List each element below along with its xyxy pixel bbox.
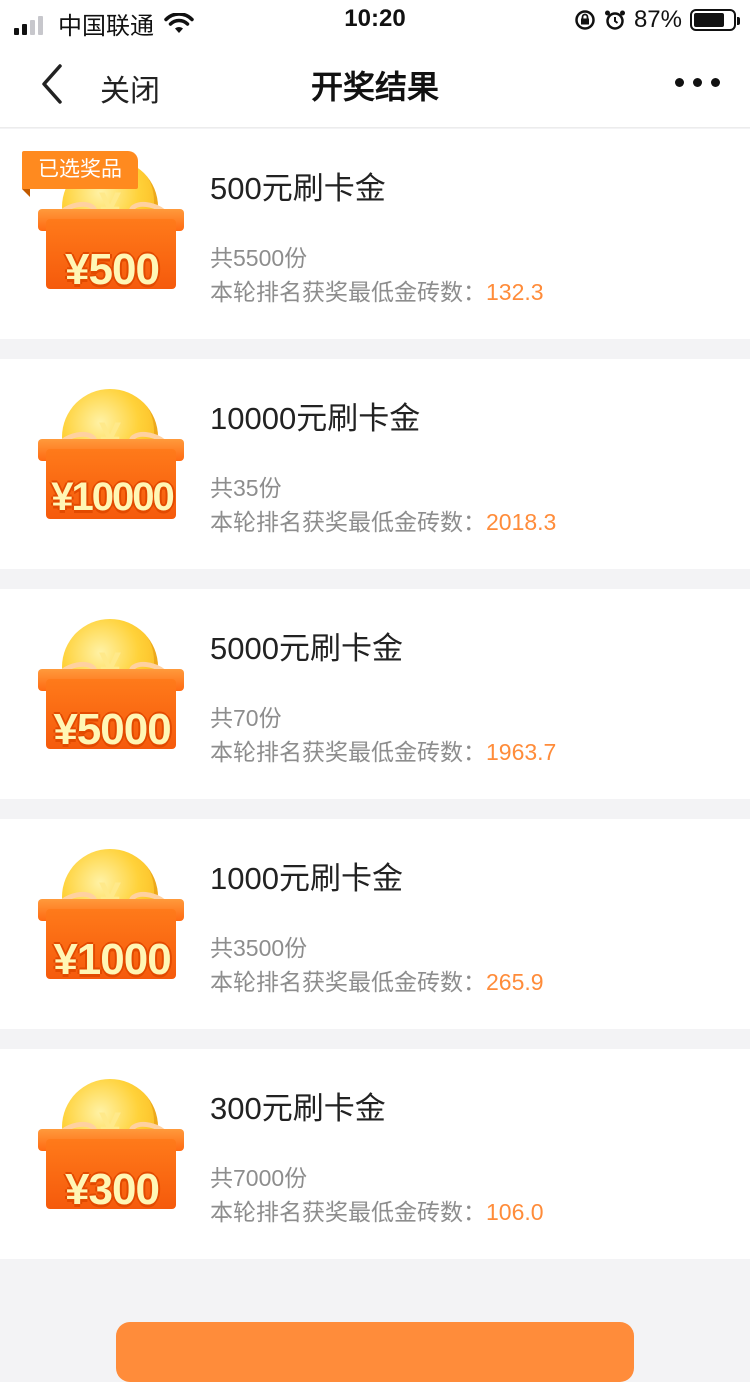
prize-count: 共3500份 bbox=[210, 935, 308, 961]
prize-amount-label: ¥10000 bbox=[51, 475, 174, 519]
prize-card[interactable]: ¥ ¥10000 10000元刷卡金 共35份 本轮排名获奖最低金砖数：2018… bbox=[0, 359, 750, 569]
selected-prize-badge: 已选奖品 bbox=[22, 151, 138, 197]
prize-gift-icon: ¥ ¥10000 bbox=[24, 379, 200, 549]
prize-min-score: 本轮排名获奖最低金砖数：1963.7 bbox=[210, 733, 556, 767]
prize-amount-label: ¥300 bbox=[65, 1165, 160, 1214]
prize-card[interactable]: ¥ ¥1000 1000元刷卡金 共3500份 本轮排名获奖最低金砖数：265.… bbox=[0, 819, 750, 1029]
prize-min-value: 1963.7 bbox=[486, 739, 557, 765]
page-title: 开奖结果 bbox=[310, 69, 439, 105]
prize-gift-icon: ¥ ¥5000 bbox=[24, 609, 200, 779]
nav-bar: 关闭 开奖结果 bbox=[0, 40, 750, 128]
alarm-icon bbox=[604, 10, 625, 30]
battery-icon bbox=[690, 9, 740, 31]
dot-icon bbox=[693, 78, 702, 87]
prize-name: 300元刷卡金 bbox=[210, 1091, 386, 1126]
dot-icon bbox=[711, 78, 720, 87]
prize-card[interactable]: 已选奖品 ¥ ¥500 500元刷卡金 共5500份 本轮排名获奖最低金砖数：1… bbox=[0, 129, 750, 339]
prize-min-label: 本轮排名获奖最低金砖数： bbox=[210, 279, 486, 305]
bottom-action-button[interactable] bbox=[116, 1322, 634, 1382]
prize-count: 共35份 bbox=[210, 475, 282, 501]
status-bar: 中国联通 10:20 87% bbox=[0, 0, 750, 40]
prize-min-label: 本轮排名获奖最低金砖数： bbox=[210, 739, 486, 765]
prize-name: 500元刷卡金 bbox=[210, 171, 386, 206]
prize-card[interactable]: ¥ ¥5000 5000元刷卡金 共70份 本轮排名获奖最低金砖数：1963.7 bbox=[0, 589, 750, 799]
prize-amount-label: ¥5000 bbox=[53, 705, 171, 754]
prize-min-label: 本轮排名获奖最低金砖数： bbox=[210, 509, 486, 535]
status-right: 87% bbox=[574, 6, 740, 34]
prize-count: 共70份 bbox=[210, 705, 282, 731]
prize-name: 1000元刷卡金 bbox=[210, 861, 403, 896]
prize-min-value: 2018.3 bbox=[486, 509, 557, 535]
prize-name: 10000元刷卡金 bbox=[210, 401, 421, 436]
rotation-lock-icon bbox=[575, 10, 595, 30]
prize-min-score: 本轮排名获奖最低金砖数：2018.3 bbox=[210, 503, 556, 537]
prize-count: 共7000份 bbox=[210, 1165, 308, 1191]
prize-min-label: 本轮排名获奖最低金砖数： bbox=[210, 969, 486, 995]
prize-min-value: 265.9 bbox=[486, 969, 544, 995]
prize-min-value: 132.3 bbox=[486, 279, 544, 305]
prize-count: 共5500份 bbox=[210, 245, 308, 271]
prize-gift-icon: ¥ ¥1000 bbox=[24, 839, 200, 1009]
more-options-button[interactable] bbox=[666, 78, 720, 87]
prize-gift-icon: ¥ ¥300 bbox=[24, 1069, 200, 1239]
battery-percent: 87% bbox=[633, 6, 682, 33]
prize-amount-label: ¥500 bbox=[65, 245, 160, 294]
prize-min-label: 本轮排名获奖最低金砖数： bbox=[210, 1199, 486, 1225]
dot-icon bbox=[675, 78, 684, 87]
prize-min-score: 本轮排名获奖最低金砖数：265.9 bbox=[210, 963, 544, 997]
prize-name: 5000元刷卡金 bbox=[210, 631, 403, 666]
prize-min-score: 本轮排名获奖最低金砖数：106.0 bbox=[210, 1193, 544, 1227]
prize-card[interactable]: ¥ ¥300 300元刷卡金 共7000份 本轮排名获奖最低金砖数：106.0 bbox=[0, 1049, 750, 1259]
prize-min-score: 本轮排名获奖最低金砖数：132.3 bbox=[210, 273, 544, 307]
prize-min-value: 106.0 bbox=[486, 1199, 544, 1225]
prize-amount-label: ¥1000 bbox=[53, 935, 171, 984]
